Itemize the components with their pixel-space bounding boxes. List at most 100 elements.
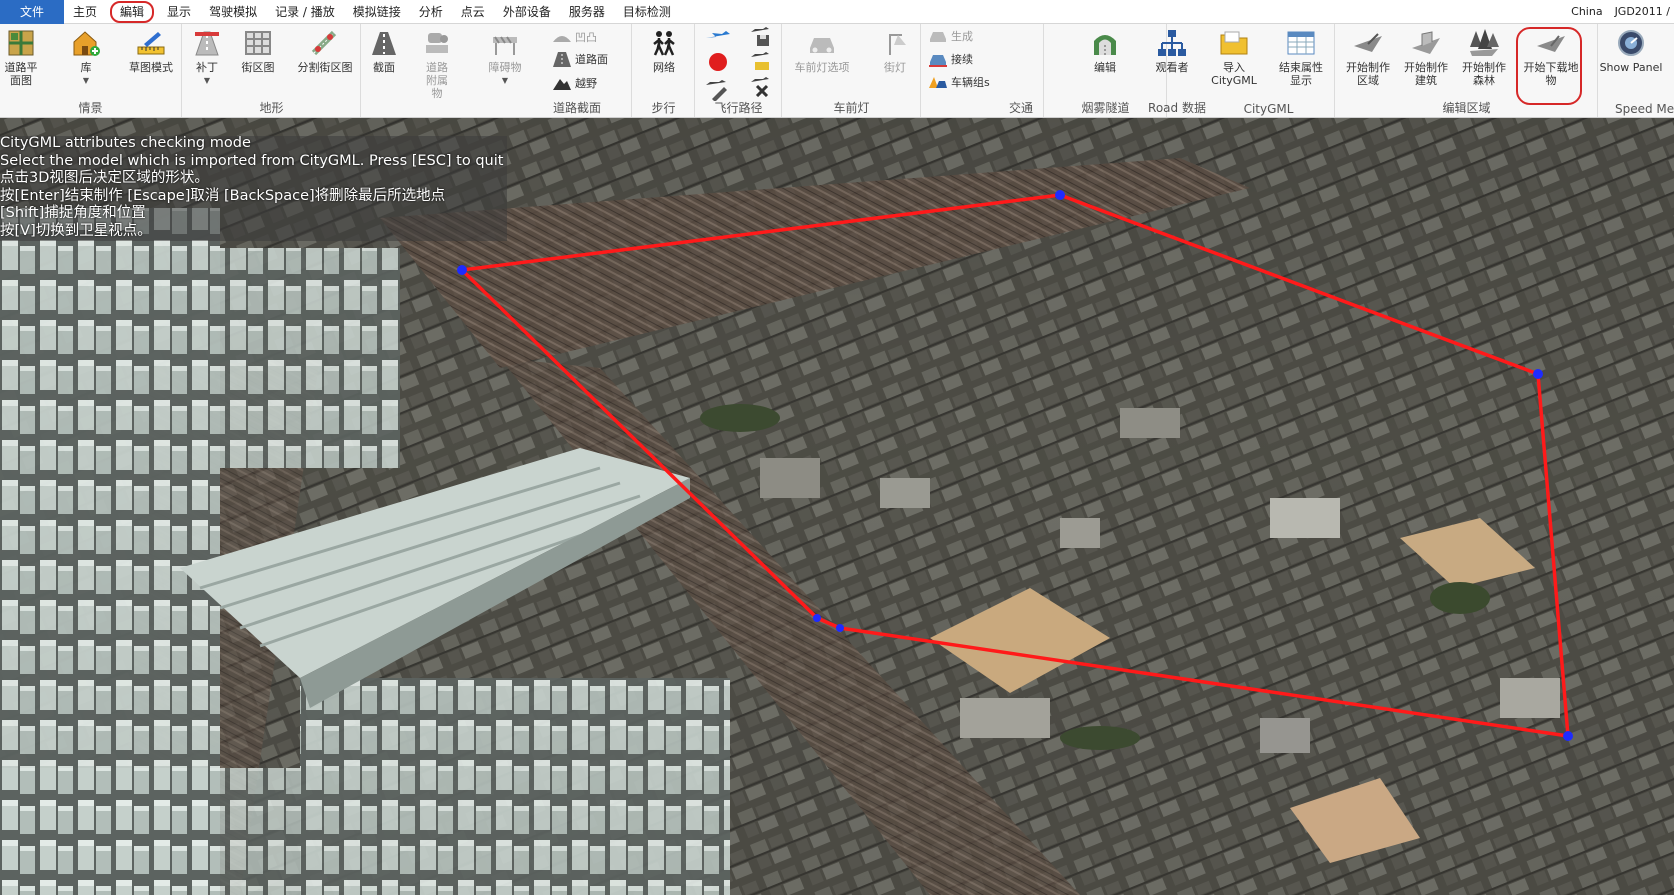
cross-section-button[interactable]: 截面: [366, 28, 402, 74]
split-block-plan-button[interactable]: 分割街区图: [293, 28, 357, 74]
record-icon: [702, 51, 734, 73]
vehicle-group-button[interactable]: 车辆组s: [928, 73, 990, 91]
flight-record-button[interactable]: [702, 26, 734, 76]
tunnel-icon: [1089, 28, 1121, 58]
region-label: China: [1571, 5, 1603, 18]
start-building-button[interactable]: 开始制作建筑: [1402, 28, 1450, 87]
hierarchy-icon: [1156, 28, 1188, 58]
generate-button[interactable]: 生成: [928, 27, 973, 45]
overlay-line-select: Select the model which is imported from …: [0, 153, 508, 171]
overlay-line-keys: 按[Enter]结束制作 [Escape]取消 [BackSpace]将删除最后…: [0, 188, 508, 206]
group-road-data: 观看者 Road 数据: [1140, 24, 1206, 117]
airplane-icon: [702, 26, 734, 48]
street-light-button[interactable]: 街灯: [875, 28, 915, 74]
split-road-icon: [309, 28, 341, 58]
road-attachment-button[interactable]: 道路附属物: [416, 28, 458, 100]
group-label-scene: 情景: [78, 101, 103, 115]
road-plan-icon: [5, 28, 37, 58]
app-window: 文件 主页 編辑 显示 驾驶模拟 记录 / 播放 模拟链接 分析 点云 外部设备…: [0, 0, 1674, 895]
building-plane-icon: [1410, 28, 1442, 58]
bump-icon: [552, 28, 572, 46]
house-add-icon: [70, 28, 102, 58]
menu-record-play[interactable]: 记录 / 播放: [266, 0, 344, 24]
group-road-section: 截面 道路附属物 障碍物 ▼ 凹凸 道路面 越野 道路截面: [362, 24, 632, 117]
barrier-icon: [489, 28, 521, 58]
viewer-button[interactable]: 观看者: [1148, 28, 1196, 74]
menu-server[interactable]: 服务器: [560, 0, 614, 24]
group-terrain: 补丁 ▼ 街区图 分割街区图 地形: [183, 24, 361, 117]
library-button[interactable]: 库 ▼: [66, 28, 106, 87]
grid-block-icon: [242, 28, 274, 58]
group-label-road-section: 道路截面: [552, 101, 601, 115]
import-citygml-button[interactable]: 导入 CityGML: [1209, 28, 1259, 87]
chevron-down-icon: ▼: [82, 76, 90, 85]
menu-point-cloud[interactable]: 点云: [452, 0, 494, 24]
group-label-citygml: CityGML: [1243, 102, 1294, 116]
crs-label: JGD2011 /: [1614, 5, 1670, 18]
instruction-overlay: CityGML attributes checking mode Select …: [0, 135, 508, 241]
pedestrian-icon: [648, 28, 680, 58]
group-speed-meter: Show Panel Speed Mete: [1599, 24, 1674, 117]
table-icon: [1285, 28, 1317, 58]
menu-display[interactable]: 显示: [158, 0, 200, 24]
ruler-pencil-icon: [135, 28, 167, 58]
overlay-line-click: 点击3D视图后决定区域的形状。: [0, 170, 508, 189]
headlight-options-button[interactable]: 车前灯选项: [787, 28, 857, 74]
overlay-line-satellite: 按[V]切换到卫星视点。: [0, 223, 508, 241]
group-traffic: 生成 接续 车辆组s 交通: [922, 24, 1044, 117]
road-surface-icon: [552, 50, 572, 68]
speedometer-icon: [1615, 28, 1647, 58]
off-road-button[interactable]: 越野: [552, 74, 597, 92]
group-headlight: 车前灯选项 街灯 车前灯: [783, 24, 921, 117]
road-surface-button[interactable]: 道路面: [552, 50, 608, 68]
bump-button[interactable]: 凹凸: [552, 28, 597, 46]
obstacle-button[interactable]: 障碍物 ▼: [484, 28, 526, 87]
menu-home[interactable]: 主页: [64, 0, 106, 24]
start-forest-button[interactable]: 开始制作森林: [1460, 28, 1508, 87]
road-attachment-icon: [421, 28, 453, 58]
group-citygml: 导入 CityGML 结束属性显示 CityGML: [1203, 24, 1335, 117]
airplane-delete-icon: [745, 76, 777, 98]
group-label-terrain: 地形: [259, 101, 284, 115]
crs-indicator: China JGD2011 /: [1571, 5, 1674, 18]
overlay-line-shift: [Shift]捕捉角度和位置: [0, 205, 508, 224]
off-road-icon: [552, 74, 572, 92]
edit-tunnel-button[interactable]: 编辑: [1085, 28, 1125, 74]
menu-file[interactable]: 文件: [0, 0, 65, 24]
group-label-speed-meter: Speed Mete: [1615, 102, 1674, 116]
car-headlight-icon: [806, 28, 838, 58]
road-section-icon: [368, 28, 400, 58]
menu-sim-link[interactable]: 模拟链接: [344, 0, 410, 24]
road-plan-button[interactable]: 道路平面图: [2, 28, 40, 87]
group-label-walk: 步行: [651, 101, 676, 115]
highlight-ring: [1516, 27, 1582, 105]
menu-analysis[interactable]: 分析: [410, 0, 452, 24]
block-plan-button[interactable]: 街区图: [238, 28, 278, 74]
sketch-mode-button[interactable]: 草图模式: [124, 28, 178, 74]
airplane-list-icon: [745, 51, 777, 73]
ribbon: 道路平面图 库 ▼ 草图模式 情景 补丁 ▼ 街区图 分割街区图 地形 截面 道…: [0, 24, 1674, 118]
start-area-button[interactable]: 开始制作区域: [1344, 28, 1392, 87]
chevron-down-icon: ▼: [203, 76, 211, 85]
group-edit-area: 开始制作区域 开始制作建筑 开始制作森林 开始下载地物 编辑区域: [1336, 24, 1598, 117]
menu-object-detection[interactable]: 目标检测: [614, 0, 680, 24]
chevron-down-icon: ▼: [501, 76, 509, 85]
group-label-flight-path: 飞行路径: [714, 101, 763, 115]
flight-save-button[interactable]: [746, 26, 776, 101]
menu-edit[interactable]: 編辑: [110, 0, 155, 23]
end-attribute-display-button[interactable]: 结束属性显示: [1275, 28, 1327, 87]
area-plane-icon: [1352, 28, 1384, 58]
group-label-edit-area: 编辑区域: [1442, 101, 1491, 115]
patch-button[interactable]: 补丁 ▼: [189, 28, 225, 87]
menu-bar: 文件 主页 編辑 显示 驾驶模拟 记录 / 播放 模拟链接 分析 点云 外部设备…: [0, 0, 1674, 24]
connect-car-icon: [928, 50, 948, 68]
menu-external-devices[interactable]: 外部设备: [494, 0, 560, 24]
show-panel-button[interactable]: Show Panel: [1599, 28, 1663, 74]
group-label-traffic: 交通: [1008, 101, 1033, 115]
generate-car-icon: [928, 27, 948, 45]
menu-driving-sim[interactable]: 驾驶模拟: [200, 0, 266, 24]
connect-button[interactable]: 接续: [928, 50, 973, 68]
network-button[interactable]: 网络: [645, 28, 683, 74]
forest-icon: [1468, 28, 1500, 58]
road-patch-icon: [191, 28, 223, 58]
